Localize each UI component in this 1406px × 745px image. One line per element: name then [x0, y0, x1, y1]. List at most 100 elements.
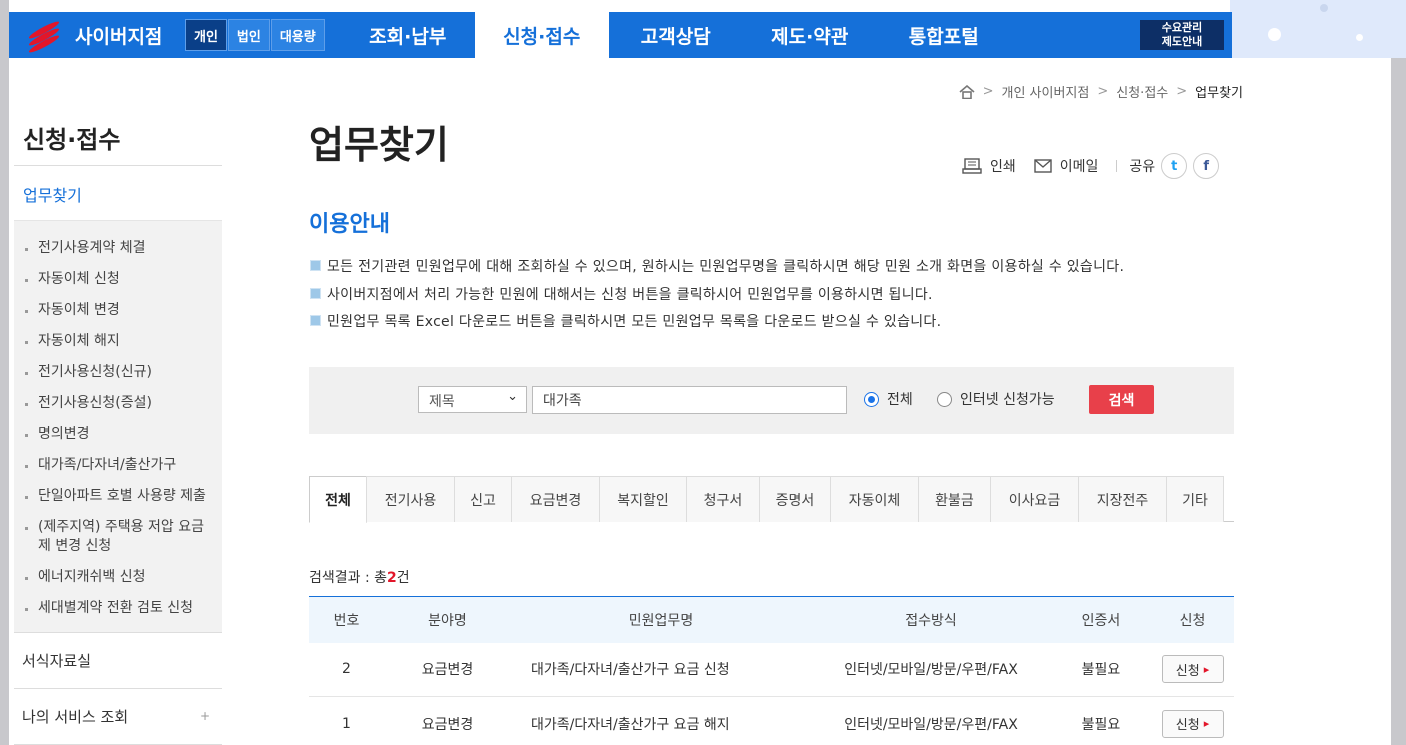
- tab-electricity[interactable]: 전기사용: [366, 476, 455, 522]
- radio-all[interactable]: 전체: [864, 389, 913, 409]
- sidebar-subitem[interactable]: 에너지캐쉬백 신청: [14, 562, 222, 593]
- cell-field: 요금변경: [384, 696, 511, 745]
- logo[interactable]: 사이버지점: [9, 12, 185, 58]
- radio-online[interactable]: 인터넷 신청가능: [937, 389, 1055, 409]
- menu-terms[interactable]: 제도·약관: [743, 12, 877, 58]
- chevron-down-icon: ⌄: [507, 389, 518, 404]
- result-suffix: 건: [396, 570, 410, 586]
- col-number: 번호: [309, 596, 384, 643]
- tab-etc[interactable]: 기타: [1166, 476, 1224, 522]
- cell-name-link[interactable]: 대가족/다자녀/출산가구 요금 신청: [511, 642, 811, 697]
- sidebar-subitem[interactable]: 대가족/다자녀/출산가구: [14, 450, 222, 481]
- sidebar-title: 신청·접수: [14, 92, 222, 166]
- table-header-row: 번호 분야명 민원업무명 접수방식 인증서 신청: [309, 596, 1234, 643]
- guide-title: 이용안내: [309, 212, 390, 237]
- breadcrumb: > 개인 사이버지점 > 신청·접수 > 업무찾기: [959, 82, 1243, 101]
- tab-certificate[interactable]: 증명서: [759, 476, 831, 522]
- guide-item: 사이버지점에서 처리 가능한 민원에 대해서는 신청 버튼을 클릭하시어 민원업…: [310, 284, 1124, 312]
- tab-bill[interactable]: 청구서: [686, 476, 760, 522]
- sidebar-subitem[interactable]: 명의변경: [14, 419, 222, 450]
- radio-all-button[interactable]: [864, 391, 879, 407]
- radio-all-label: 전체: [887, 392, 913, 408]
- apply-label: 신청: [1175, 663, 1200, 679]
- guide-item: 민원업무 목록 Excel 다운로드 버튼을 클릭하시면 모든 민원업무 목록을…: [310, 311, 1124, 339]
- table-row: 2 요금변경 대가족/다자녀/출산가구 요금 신청 인터넷/모바일/방문/우편/…: [309, 642, 1234, 697]
- menu-application[interactable]: 신청·접수: [474, 12, 609, 58]
- facebook-icon[interactable]: f: [1193, 153, 1220, 179]
- tab-all[interactable]: 전체: [309, 476, 367, 523]
- breadcrumb-application[interactable]: 신청·접수: [1116, 82, 1168, 101]
- tab-refund[interactable]: 환불금: [918, 476, 991, 522]
- main-menu: 조회·납부 신청·접수 고객상담 제도·약관 통합포털: [341, 12, 1011, 58]
- sidebar-item-find-work[interactable]: 업무찾기: [14, 166, 222, 220]
- kepco-logo-icon: [27, 19, 61, 55]
- search-button[interactable]: 검색: [1089, 385, 1154, 414]
- chevron-right-icon: ▸: [1203, 662, 1210, 676]
- chevron-right-icon: >: [1176, 84, 1188, 99]
- table-row: 1 요금변경 대가족/다자녀/출산가구 요금 해지 인터넷/모바일/방문/우편/…: [309, 696, 1234, 745]
- home-icon[interactable]: [959, 84, 975, 99]
- col-apply: 신청: [1151, 596, 1234, 643]
- cell-name-link[interactable]: 대가족/다자녀/출산가구 요금 해지: [511, 696, 811, 745]
- menu-consultation[interactable]: 고객상담: [609, 12, 743, 58]
- cell-apply: 신청 ▸: [1151, 696, 1234, 745]
- sidebar-subitem[interactable]: 전기사용신청(증설): [14, 388, 222, 419]
- cell-cert: 불필요: [1051, 642, 1151, 697]
- breadcrumb-personal[interactable]: 개인 사이버지점: [1002, 82, 1090, 101]
- page-tools: 인쇄 이메일 공유 t f: [962, 153, 1220, 179]
- apply-button[interactable]: 신청 ▸: [1161, 655, 1224, 684]
- email-button[interactable]: 이메일: [1034, 156, 1099, 176]
- guide-list: 모든 전기관련 민원업무에 대해 조회하실 수 있으며, 원하시는 민원업무명을…: [310, 256, 1124, 339]
- cell-number: 2: [309, 642, 384, 697]
- cell-method: 인터넷/모바일/방문/우편/FAX: [811, 696, 1051, 745]
- result-prefix: 검색결과 : 총: [309, 570, 388, 586]
- sidebar-subitem[interactable]: 단일아파트 호별 사용량 제출: [14, 481, 222, 512]
- plus-icon: +: [199, 709, 210, 723]
- twitter-icon[interactable]: t: [1161, 153, 1188, 179]
- radio-online-label: 인터넷 신청가능: [960, 392, 1055, 408]
- segment-corporate[interactable]: 법인: [227, 19, 270, 51]
- top-decoration: [1230, 0, 1406, 58]
- sidebar-subitem[interactable]: 세대별계약 전환 검토 신청: [14, 593, 222, 624]
- sidebar-subitem[interactable]: 자동이체 변경: [14, 295, 222, 326]
- search-input[interactable]: [532, 386, 847, 414]
- sidebar-subitem[interactable]: 자동이체 해지: [14, 326, 222, 357]
- sidebar-subitem[interactable]: 전기사용신청(신규): [14, 357, 222, 388]
- sidebar-item-forms[interactable]: 서식자료실: [14, 633, 222, 689]
- radio-online-button[interactable]: [937, 391, 952, 407]
- tab-welfare[interactable]: 복지할인: [599, 476, 687, 522]
- select-value: 제목: [429, 394, 455, 410]
- cell-cert: 불필요: [1051, 696, 1151, 745]
- tab-rate-change[interactable]: 요금변경: [511, 476, 600, 522]
- email-label: 이메일: [1059, 159, 1099, 175]
- sidebar-item-my-service[interactable]: 나의 서비스 조회 +: [14, 689, 222, 745]
- brand-name: 사이버지점: [75, 25, 163, 48]
- sidebar-subitem[interactable]: (제주지역) 주택용 저압 요금제 변경 신청: [14, 512, 222, 562]
- apply-button[interactable]: 신청 ▸: [1161, 709, 1224, 738]
- chevron-right-icon: ▸: [1203, 717, 1210, 730]
- tab-auto-transfer[interactable]: 자동이체: [830, 476, 919, 522]
- top-navigation: 사이버지점 개인 법인 대용량 조회·납부 신청·접수 고객상담 제도·약관 통…: [9, 12, 1232, 58]
- demand-management-button[interactable]: 수요관리 제도안내: [1140, 20, 1224, 50]
- segment-bulk[interactable]: 대용량: [270, 19, 325, 51]
- results-table: 번호 분야명 민원업무명 접수방식 인증서 신청 2 요금변경 대가족/다자녀/…: [309, 596, 1234, 745]
- tab-moving[interactable]: 이사요금: [990, 476, 1079, 522]
- cell-apply: 신청 ▸: [1151, 642, 1234, 697]
- sidebar-subitem[interactable]: 자동이체 신청: [14, 264, 222, 295]
- sidebar-submenu: 전기사용계약 체결 자동이체 신청 자동이체 변경 자동이체 해지 전기사용신청…: [14, 220, 222, 633]
- customer-type-tabs: 개인 법인 대용량: [185, 12, 325, 58]
- print-label: 인쇄: [990, 159, 1016, 175]
- print-button[interactable]: 인쇄: [962, 156, 1016, 176]
- menu-portal[interactable]: 통합포털: [877, 12, 1011, 58]
- demand-label-2: 제도안내: [1161, 35, 1203, 48]
- segment-personal[interactable]: 개인: [185, 19, 227, 51]
- sidebar-subitem[interactable]: 전기사용계약 체결: [14, 233, 222, 264]
- search-field-select[interactable]: 제목 ⌄: [418, 386, 527, 413]
- col-field: 분야명: [384, 596, 511, 643]
- breadcrumb-current: 업무찾기: [1195, 86, 1243, 101]
- tab-report[interactable]: 신고: [454, 476, 512, 522]
- menu-inquiry-payment[interactable]: 조회·납부: [341, 12, 475, 58]
- sidebar: 신청·접수 업무찾기 전기사용계약 체결 자동이체 신청 자동이체 변경 자동이…: [14, 92, 222, 745]
- guide-item: 모든 전기관련 민원업무에 대해 조회하실 수 있으며, 원하시는 민원업무명을…: [310, 256, 1124, 284]
- tab-pole[interactable]: 지장전주: [1078, 476, 1167, 522]
